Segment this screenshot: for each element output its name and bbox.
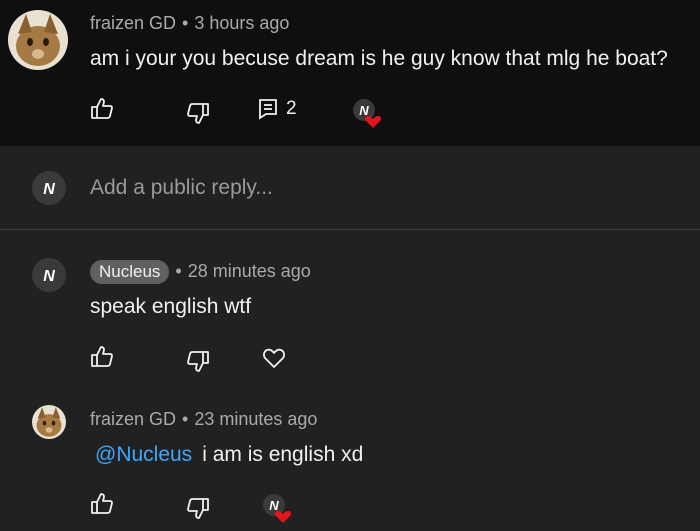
separator-dot: • xyxy=(182,13,189,33)
divider xyxy=(0,229,700,230)
reply-count: 2 xyxy=(286,98,297,119)
timestamp[interactable]: 23 minutes ago xyxy=(194,409,317,429)
creator-heart-icon: N xyxy=(353,99,382,128)
separator-dot: • xyxy=(182,409,189,429)
timestamp[interactable]: 28 minutes ago xyxy=(188,261,311,281)
dislike-button[interactable] xyxy=(186,101,210,125)
reply-meta: Nucleus • 28 minutes ago xyxy=(90,260,311,284)
author-name[interactable]: fraizen GD xyxy=(90,409,176,429)
heart-icon xyxy=(263,348,285,368)
thumbs-up-icon xyxy=(91,98,113,119)
svg-text:N: N xyxy=(43,268,55,285)
author-chip[interactable]: Nucleus xyxy=(90,260,170,284)
creator-heart-badge: N xyxy=(260,492,292,524)
comment-meta: fraizen GD • 3 hours ago xyxy=(90,13,289,34)
reply-body: i am is english xd xyxy=(202,443,364,466)
mention-link[interactable]: @Nucleus xyxy=(95,443,192,466)
reply-text: @Nucleus i am is english xd xyxy=(95,443,363,467)
thumbs-up-icon xyxy=(91,493,113,514)
fraizen-avatar[interactable] xyxy=(8,10,68,70)
like-button[interactable] xyxy=(90,492,114,516)
user-avatar-icon: N xyxy=(43,181,55,198)
creator-heart-icon: N xyxy=(263,494,292,523)
reply-meta: fraizen GD • 23 minutes ago xyxy=(90,409,317,430)
svg-text:N: N xyxy=(269,498,279,513)
dislike-button[interactable] xyxy=(186,349,210,373)
author-name[interactable]: fraizen GD xyxy=(90,13,176,33)
svg-text:N: N xyxy=(43,181,55,198)
comment-text: am i your you becuse dream is he guy kno… xyxy=(90,47,668,70)
reply-text: speak english wtf xyxy=(90,295,252,318)
creator-heart-badge: N xyxy=(350,97,382,129)
reply-comment-icon xyxy=(259,99,277,120)
fraizen-avatar[interactable] xyxy=(32,405,66,439)
dislike-button[interactable] xyxy=(186,496,210,520)
timestamp[interactable]: 3 hours ago xyxy=(194,13,289,33)
thumbs-down-icon xyxy=(187,498,209,519)
replies-button[interactable]: 2 xyxy=(258,98,297,120)
reply-input[interactable]: Add a public reply... xyxy=(90,176,273,200)
thumbs-up-icon xyxy=(91,346,113,367)
user-avatar[interactable]: N xyxy=(32,171,66,205)
heart-button[interactable] xyxy=(262,347,286,369)
nucleus-avatar-icon: N xyxy=(43,268,55,285)
like-button[interactable] xyxy=(90,97,114,121)
nucleus-avatar[interactable]: N xyxy=(32,258,66,292)
thumbs-down-icon xyxy=(187,351,209,372)
svg-text:N: N xyxy=(359,103,369,118)
like-button[interactable] xyxy=(90,345,114,369)
top-comment: fraizen GD • 3 hours ago am i your you bec… xyxy=(0,0,700,146)
separator-dot: • xyxy=(175,261,182,281)
thumbs-down-icon xyxy=(187,103,209,124)
